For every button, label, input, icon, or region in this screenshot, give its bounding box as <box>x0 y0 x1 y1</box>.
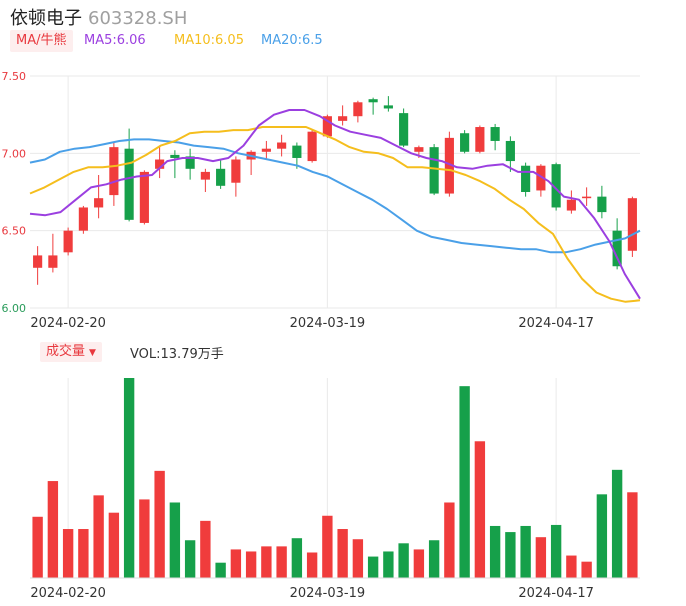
candle-body <box>94 198 104 208</box>
volume-bar <box>184 540 196 578</box>
price-tick-label: 7.50 <box>2 70 27 83</box>
candle-body <box>521 165 531 192</box>
volume-bar <box>505 532 516 578</box>
candle-body <box>292 145 302 158</box>
volume-bar <box>581 561 592 578</box>
volume-bar <box>459 386 470 578</box>
candle-body <box>353 102 363 117</box>
ma20-line <box>29 138 641 254</box>
candle-body <box>582 196 592 199</box>
volume-bar <box>291 538 303 578</box>
candle-body <box>200 171 210 180</box>
price-tick-label: 6.50 <box>2 225 27 238</box>
candle-body <box>109 147 119 196</box>
price-tick-label: 7.00 <box>2 147 27 160</box>
candle-body <box>490 127 500 141</box>
candle-body <box>231 159 241 183</box>
volume-bar <box>398 543 409 578</box>
volume-bar <box>78 529 89 578</box>
date-tick-label: 2024-02-20 <box>30 316 106 331</box>
volume-bar <box>62 529 74 578</box>
volume-bar <box>306 552 318 578</box>
volume-bar <box>215 562 226 578</box>
volume-bar <box>367 556 379 578</box>
candle-body <box>307 131 317 162</box>
volume-bar <box>337 529 348 578</box>
candle-body <box>139 171 149 223</box>
volume-bar <box>474 441 486 578</box>
volume-bar <box>413 549 425 578</box>
volume-bar <box>139 499 150 578</box>
volume-bar <box>322 515 333 578</box>
candle-body <box>475 127 485 152</box>
candle-body <box>383 105 393 109</box>
volume-bar <box>596 494 608 578</box>
volume-bar <box>261 546 272 578</box>
candle-body <box>33 255 43 268</box>
volume-bar <box>276 546 287 578</box>
date-tick-label: 2024-03-19 <box>290 316 366 331</box>
candle-body <box>124 148 134 220</box>
volume-bar <box>47 481 59 578</box>
volume-bar <box>108 512 120 578</box>
candle-body <box>216 168 226 186</box>
candle-body <box>78 207 88 231</box>
candle-body <box>612 230 622 267</box>
volume-bar <box>32 516 43 578</box>
volume-bar <box>245 551 257 578</box>
volume-bar <box>550 524 562 578</box>
candle-body <box>338 116 348 121</box>
candle-body <box>48 255 58 268</box>
candle-body <box>368 99 378 103</box>
volume-bar <box>230 549 242 578</box>
candle-body <box>261 148 271 152</box>
volume-bar <box>520 525 531 578</box>
candle-body <box>627 198 637 251</box>
stock-chart[interactable]: 7.507.006.506.002024-02-20 2024-03-19 2024… <box>0 0 686 606</box>
volume-bar <box>123 378 135 578</box>
volume-bar <box>154 470 165 578</box>
candle-body <box>460 133 470 152</box>
volume-bar <box>428 540 440 578</box>
volume-bar <box>383 551 394 578</box>
price-tick-label: 6.00 <box>2 302 27 315</box>
volume-bar <box>444 502 455 578</box>
candle-body <box>566 199 576 211</box>
ma5-line <box>29 109 641 300</box>
volume-bar <box>489 525 501 578</box>
candle-body <box>429 147 439 194</box>
candle-body <box>399 113 409 146</box>
volume-date-tick-label: 2024-04-17 <box>518 586 594 601</box>
volume-bar <box>566 555 577 578</box>
volume-date-tick-label: 2024-02-20 <box>30 586 106 601</box>
volume-bar <box>352 539 364 578</box>
volume-date-tick-label: 2024-03-19 <box>290 586 366 601</box>
volume-bar <box>611 469 623 578</box>
candle-body <box>505 140 515 162</box>
candle-body <box>170 154 180 158</box>
candle-body <box>414 147 424 152</box>
candle-body <box>277 142 287 149</box>
volume-bar <box>169 502 181 578</box>
volume-bar <box>535 537 547 578</box>
volume-bar <box>93 495 104 578</box>
date-tick-label: 2024-04-17 <box>518 316 594 331</box>
candle-body <box>63 230 73 253</box>
volume-bar <box>200 520 211 578</box>
volume-bar <box>627 492 638 578</box>
candle-body <box>597 196 607 213</box>
